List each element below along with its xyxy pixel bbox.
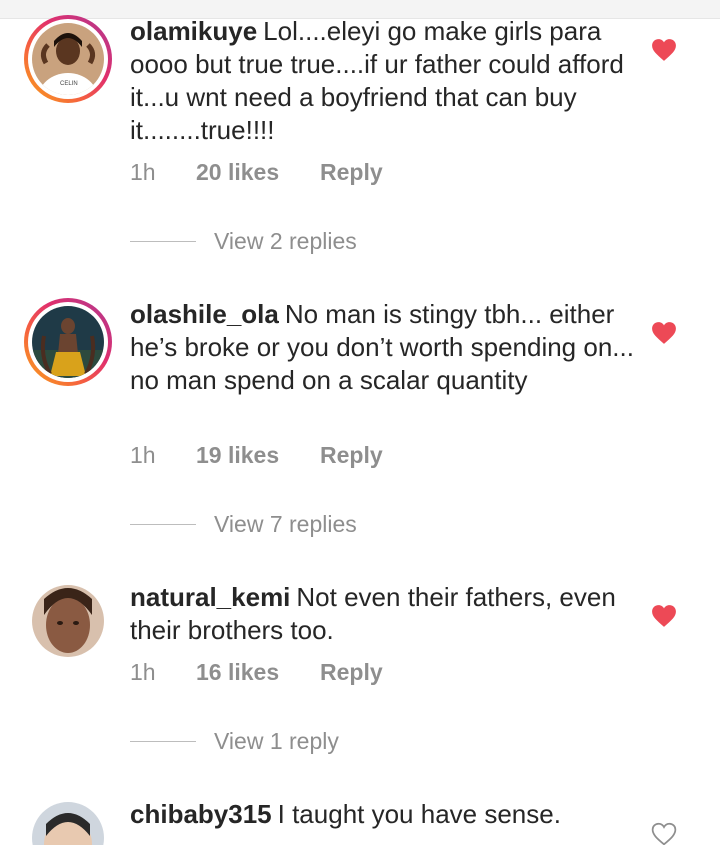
avatar[interactable]: CELIN <box>24 15 112 103</box>
comment-time: 1h <box>130 442 156 468</box>
comment-username[interactable]: olamikuye <box>130 16 257 46</box>
heart-outline-icon[interactable] <box>651 822 677 845</box>
comment-meta: 1h 16 likes Reply <box>130 659 383 686</box>
heart-icon[interactable] <box>651 38 677 62</box>
svg-text:CELIN: CELIN <box>60 81 78 87</box>
avatar[interactable] <box>32 802 104 845</box>
view-replies-button[interactable]: View 1 reply <box>130 728 339 755</box>
avatar[interactable] <box>32 585 104 657</box>
avatar[interactable] <box>24 298 112 386</box>
comment-username[interactable]: olashile_ola <box>130 299 279 329</box>
comments-screen: CELIN olamikuye Lol....eleyi go make girl… <box>0 0 720 845</box>
view-replies-button[interactable]: View 7 replies <box>130 511 357 538</box>
comment-time: 1h <box>130 159 156 185</box>
view-replies-label: View 1 reply <box>214 728 339 754</box>
comment-text: natural_kemi Not even their fathers, even… <box>130 581 640 647</box>
comment-username[interactable]: chibaby315 <box>130 799 272 829</box>
comment-text: chibaby315 I taught you have sense. <box>130 798 640 831</box>
comment-text: olashile_ola No man is stingy tbh... eith… <box>130 298 640 397</box>
reply-button[interactable]: Reply <box>320 159 383 186</box>
comment-username[interactable]: natural_kemi <box>130 582 290 612</box>
replies-divider <box>130 524 196 525</box>
comment-likes[interactable]: 19 likes <box>196 442 320 469</box>
heart-icon[interactable] <box>651 321 677 345</box>
replies-divider <box>130 741 196 742</box>
reply-button[interactable]: Reply <box>320 659 383 686</box>
comment-time: 1h <box>130 659 156 685</box>
comment-meta: 1h 19 likes Reply <box>130 442 383 469</box>
comment-likes[interactable]: 20 likes <box>196 159 320 186</box>
replies-divider <box>130 241 196 242</box>
view-replies-label: View 2 replies <box>214 228 357 254</box>
comment-meta: 1h 20 likes Reply <box>130 159 383 186</box>
comment-text: olamikuye Lol....eleyi go make girls para… <box>130 15 640 147</box>
comment-likes[interactable]: 16 likes <box>196 659 320 686</box>
reply-button[interactable]: Reply <box>320 442 383 469</box>
view-replies-button[interactable]: View 2 replies <box>130 228 357 255</box>
view-replies-label: View 7 replies <box>214 511 357 537</box>
comment-body: I taught you have sense. <box>277 799 561 829</box>
heart-icon[interactable] <box>651 604 677 628</box>
